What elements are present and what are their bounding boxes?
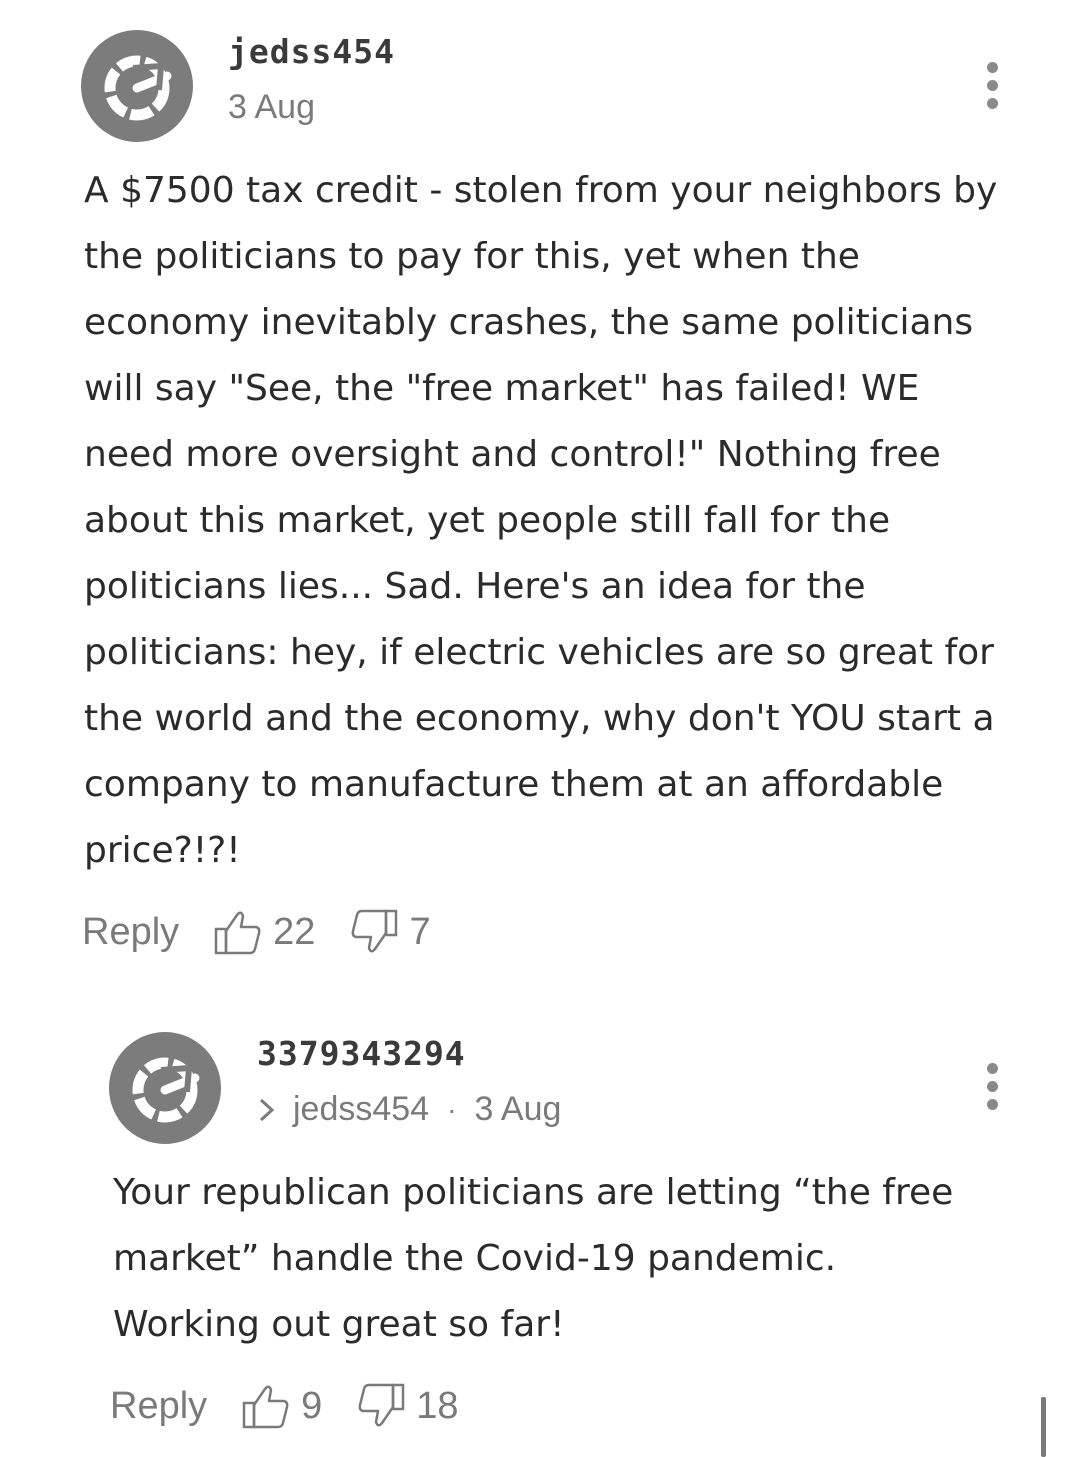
chevron-right-icon <box>259 1098 275 1121</box>
like-button[interactable]: 22 <box>213 908 349 956</box>
comment-body: A $7500 tax credit - stolen from your ne… <box>84 170 998 871</box>
dislike-count: 18 <box>416 1384 459 1427</box>
thumbs-down-icon <box>358 1383 405 1427</box>
replying-to-username[interactable]: jedss454 <box>293 1090 429 1129</box>
reply-meta: jedss454 · 3 Aug <box>257 1090 561 1129</box>
dislike-button[interactable]: 18 <box>356 1382 492 1430</box>
avatar[interactable] <box>81 30 193 142</box>
thumbs-down-icon <box>352 909 398 953</box>
reply-button[interactable]: Reply <box>82 911 179 954</box>
gauge-logo-icon <box>104 55 172 121</box>
dislike-count: 7 <box>409 910 431 953</box>
reply-button[interactable]: Reply <box>110 1385 207 1428</box>
dislike-button[interactable]: 7 <box>349 908 464 956</box>
comment-actions: Reply 22 7 <box>82 908 465 956</box>
thumbs-up-icon <box>214 911 261 955</box>
avatar[interactable] <box>109 1032 221 1144</box>
thumbs-up-icon <box>242 1385 289 1429</box>
meta-separator: · <box>447 1093 457 1125</box>
kebab-menu-icon[interactable] <box>982 62 1002 109</box>
comment-body: Your republican politicians are letting … <box>113 1172 954 1345</box>
gauge-logo-icon <box>132 1057 200 1123</box>
comment-date-text: 3 Aug <box>474 1090 562 1128</box>
like-count: 22 <box>273 910 316 953</box>
comment-username[interactable]: 3379343294 <box>257 1034 466 1073</box>
like-count: 9 <box>301 1384 323 1427</box>
like-button[interactable]: 9 <box>241 1382 356 1430</box>
kebab-menu-icon[interactable] <box>982 1063 1002 1110</box>
comment-actions: Reply 9 18 <box>110 1382 493 1430</box>
scrollbar[interactable] <box>1041 1397 1046 1457</box>
comment-date-text: 3 Aug <box>228 88 315 126</box>
comment-date: 3 Aug <box>228 88 315 127</box>
comment-username[interactable]: jedss454 <box>228 32 395 71</box>
